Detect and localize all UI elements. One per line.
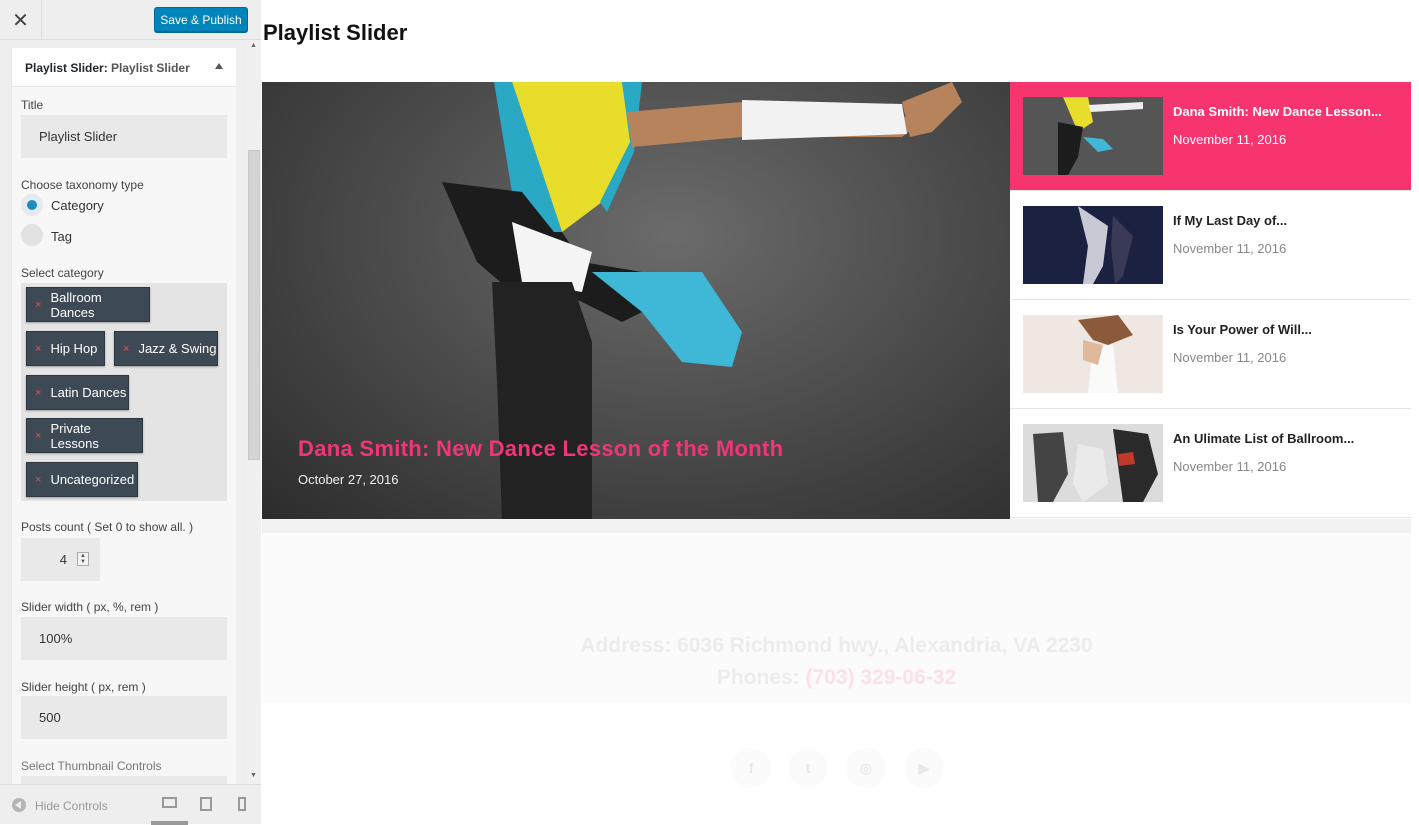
hero-slide[interactable]: Dana Smith: New Dance Lesson of the Mont… <box>262 82 1010 519</box>
playlist-item-title: Dana Smith: New Dance Lesson... <box>1173 104 1382 119</box>
posts-count-stepper[interactable]: 4 ▲ ▼ <box>21 538 100 581</box>
category-tag-label: Private Lessons <box>50 420 99 451</box>
youtube-icon[interactable]: ▶ <box>904 748 944 788</box>
playlist: Dana Smith: New Dance Lesson... November… <box>1010 82 1411 519</box>
scroll-up-icon[interactable]: ▲ <box>250 42 257 49</box>
tablet-preview-icon[interactable] <box>200 797 212 811</box>
category-tag-label: Ballroom Dances <box>50 289 102 320</box>
sidebar-scrollbar[interactable]: ▲ ▼ <box>247 40 261 784</box>
playlist-item-date: November 11, 2016 <box>1173 132 1287 147</box>
customizer-sidebar: ✕ Save & Publish Playlist Slider: Playli… <box>0 0 261 825</box>
slider-height-input[interactable]: 500 <box>21 696 227 739</box>
remove-icon[interactable]: × <box>35 430 41 442</box>
category-tag[interactable]: × Ballroom Dances <box>26 287 150 322</box>
category-tag[interactable]: × Uncategorized <box>26 462 138 497</box>
hide-controls-icon[interactable] <box>12 798 26 812</box>
widget-header-label: Playlist Slider: <box>25 61 108 75</box>
widget-header-sub: Playlist Slider <box>111 61 190 75</box>
page-title: Playlist Slider <box>263 20 408 45</box>
playlist-item-date: November 11, 2016 <box>1173 350 1287 365</box>
slider-width-label: Slider width ( px, %, rem ) <box>21 600 159 614</box>
footer-phones-label: Phones: <box>716 666 800 689</box>
posts-count-label: Posts count ( Set 0 to show all. ) <box>21 520 194 534</box>
category-tag[interactable]: × Latin Dances <box>26 375 129 410</box>
desktop-preview-icon[interactable] <box>162 797 177 808</box>
playlist-item-title: If My Last Day of... <box>1173 213 1288 228</box>
playlist-item-title: An Ulimate List of Ballroom... <box>1173 431 1355 446</box>
site-preview: Playlist Slider Dana Smith: New Dance Le… <box>262 0 1419 824</box>
playlist-item[interactable]: Dana Smith: New Dance Lesson... November… <box>1010 82 1411 191</box>
slider-width-input[interactable]: 100% <box>21 617 227 660</box>
category-tag-label: Hip Hop <box>50 341 98 356</box>
category-tag[interactable]: × Jazz & Swing <box>114 331 218 366</box>
category-tag[interactable]: × Hip Hop <box>26 331 105 366</box>
category-tag[interactable]: × Private Lessons <box>26 418 143 453</box>
widget-header[interactable]: Playlist Slider: Playlist Slider <box>12 48 236 87</box>
close-icon[interactable]: ✕ <box>0 0 42 40</box>
remove-icon[interactable]: × <box>35 387 41 399</box>
caret-up-icon[interactable] <box>215 63 223 69</box>
stepper-arrows-icon[interactable]: ▲ ▼ <box>77 552 89 566</box>
scroll-thumb[interactable] <box>248 150 260 460</box>
preview-scroll-edge <box>1411 82 1419 824</box>
playlist-item-date: November 11, 2016 <box>1173 459 1287 474</box>
slider-bottom-strip <box>262 519 1411 533</box>
playlist-thumbnail <box>1023 424 1163 502</box>
hero-date: October 27, 2016 <box>298 472 399 487</box>
playlist-thumbnail <box>1023 206 1163 284</box>
footer-phones: Phones: (703) 329-06-32 <box>262 666 1411 690</box>
remove-icon[interactable]: × <box>35 299 41 311</box>
remove-icon[interactable]: × <box>123 343 129 355</box>
category-tag-label: Jazz & Swing <box>138 341 217 356</box>
slider-height-label: Slider height ( px, rem ) <box>21 680 146 694</box>
customizer-footer: Hide Controls <box>0 784 261 825</box>
category-tag-label: Uncategorized <box>50 472 135 487</box>
playlist-item[interactable]: Is Your Power of Will... November 11, 20… <box>1010 300 1411 409</box>
remove-icon[interactable]: × <box>35 343 41 355</box>
twitter-icon[interactable]: t <box>788 748 828 788</box>
category-label: Select category <box>21 266 104 280</box>
radio-tag-label: Tag <box>51 229 72 244</box>
playlist-thumbnail <box>1023 315 1163 393</box>
save-publish-button[interactable]: Save & Publish <box>154 7 248 32</box>
radio-category[interactable] <box>21 194 43 216</box>
playlist-thumbnail <box>1023 97 1163 175</box>
playlist-item[interactable]: An Ulimate List of Ballroom... November … <box>1010 409 1411 518</box>
category-tag-label: Latin Dances <box>50 385 127 400</box>
category-select[interactable]: × Ballroom Dances × Hip Hop × Jazz & Swing … <box>21 283 227 501</box>
radio-category-label: Category <box>51 198 104 213</box>
footer-phone-number[interactable]: (703) 329-06-32 <box>806 666 957 689</box>
widget-panel: Playlist Slider: Playlist Slider Title P… <box>11 48 236 788</box>
title-label: Title <box>21 98 44 112</box>
site-footer: Address: 6036 Richmond hwy., Alexandria,… <box>262 533 1411 703</box>
playlist-item-date: November 11, 2016 <box>1173 241 1287 256</box>
hero-title[interactable]: Dana Smith: New Dance Lesson of the Mont… <box>298 436 783 462</box>
radio-tag[interactable] <box>21 224 43 246</box>
taxonomy-label: Choose taxonomy type <box>21 178 144 192</box>
posts-count-value: 4 <box>59 552 67 567</box>
instagram-icon[interactable]: ◎ <box>846 748 886 788</box>
title-input[interactable]: Playlist Slider <box>21 115 227 158</box>
thumbnail-controls-label: Select Thumbnail Controls <box>21 759 162 773</box>
remove-icon[interactable]: × <box>35 474 41 486</box>
playlist-item-title: Is Your Power of Will... <box>1173 322 1312 337</box>
hide-controls-button[interactable]: Hide Controls <box>35 799 108 813</box>
active-device-indicator <box>151 821 188 825</box>
mobile-preview-icon[interactable] <box>238 797 246 811</box>
footer-address: Address: 6036 Richmond hwy., Alexandria,… <box>580 634 1093 657</box>
playlist-item[interactable]: If My Last Day of... November 11, 2016 <box>1010 191 1411 300</box>
facebook-icon[interactable]: f <box>731 748 771 788</box>
scroll-down-icon[interactable]: ▼ <box>250 772 257 779</box>
customizer-header: ✕ Save & Publish <box>0 0 261 40</box>
